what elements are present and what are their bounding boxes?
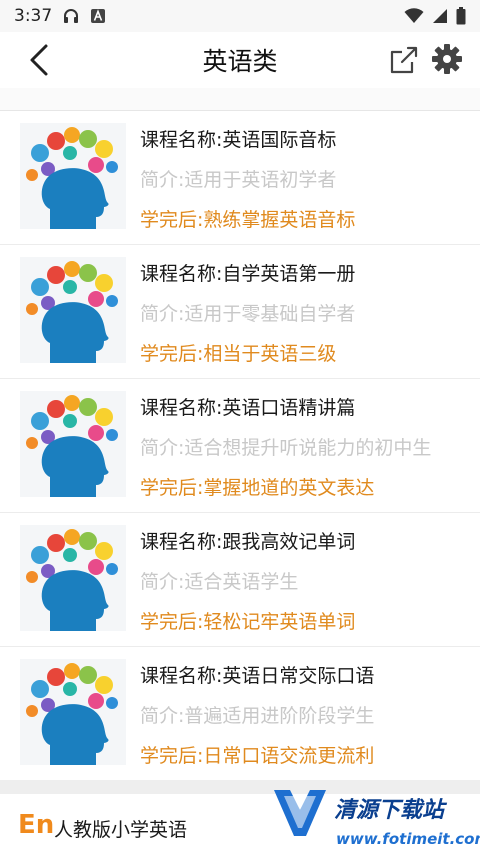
course-intro: 简介:适用于英语初学者: [140, 169, 337, 191]
chevron-left-icon[interactable]: [26, 42, 54, 78]
page-title: 英语类: [202, 47, 278, 76]
course-thumbnail: [20, 391, 126, 497]
share-icon[interactable]: [388, 44, 420, 76]
course-item[interactable]: 课程名称:英语日常交际口语 简介:普遍适用进阶阶段学生 学完后:日常口语交流更流…: [0, 647, 480, 781]
battery-icon: [456, 7, 466, 25]
course-item[interactable]: 课程名称:英语国际音标 简介:适用于英语初学者 学完后:熟练掌握英语音标: [0, 111, 480, 245]
wifi-icon: [404, 8, 424, 23]
top-app-bar: 英语类: [0, 32, 480, 88]
signal-icon: [433, 9, 447, 23]
course-name: 课程名称:英语日常交际口语: [140, 665, 375, 687]
app-logo: En: [18, 810, 55, 840]
list-top-strip: [0, 88, 480, 111]
course-thumbnail: [20, 525, 126, 631]
course-item[interactable]: 课程名称:英语口语精讲篇 简介:适合想提升听说能力的初中生 学完后:掌握地道的英…: [0, 379, 480, 513]
course-name: 课程名称:自学英语第一册: [140, 263, 356, 285]
course-result: 学完后:熟练掌握英语音标: [140, 209, 356, 231]
course-thumbnail: [20, 659, 126, 765]
watermark-url: www.fotimeit.com: [336, 830, 480, 848]
course-item[interactable]: 课程名称:跟我高效记单词 简介:适合英语学生 学完后:轻松记牢英语单词: [0, 513, 480, 647]
course-intro: 简介:适合英语学生: [140, 571, 299, 593]
course-item[interactable]: 课程名称:自学英语第一册 简介:适用于零基础自学者 学完后:相当于英语三级: [0, 245, 480, 379]
course-intro: 简介:适用于零基础自学者: [140, 303, 356, 325]
course-list: 课程名称:英语国际音标 简介:适用于英语初学者 学完后:熟练掌握英语音标 课程名…: [0, 111, 480, 781]
a-badge-icon: [91, 9, 106, 23]
course-result: 学完后:相当于英语三级: [140, 343, 337, 365]
course-name: 课程名称:跟我高效记单词: [140, 531, 356, 553]
gear-icon[interactable]: [430, 42, 464, 76]
headphones-icon: [64, 9, 79, 23]
course-result: 学完后:轻松记牢英语单词: [140, 611, 356, 633]
status-time: 3:37: [14, 6, 53, 26]
watermark-logo-icon: [274, 790, 326, 836]
course-intro: 简介:普遍适用进阶阶段学生: [140, 705, 375, 727]
course-thumbnail: [20, 123, 126, 229]
app-name-label: 人教版小学英语: [54, 819, 188, 841]
course-name: 课程名称:英语国际音标: [140, 129, 337, 151]
watermark-text: 清源下载站: [334, 798, 445, 823]
course-thumbnail: [20, 257, 126, 363]
status-bar: 3:37: [0, 0, 480, 32]
course-result: 学完后:掌握地道的英文表达: [140, 477, 375, 499]
course-name: 课程名称:英语口语精讲篇: [140, 397, 356, 419]
course-intro: 简介:适合想提升听说能力的初中生: [140, 437, 432, 459]
bottom-bar: En 人教版小学英语 清源下载站 www.fotimeit.com: [0, 790, 480, 852]
course-result: 学完后:日常口语交流更流利: [140, 745, 375, 767]
